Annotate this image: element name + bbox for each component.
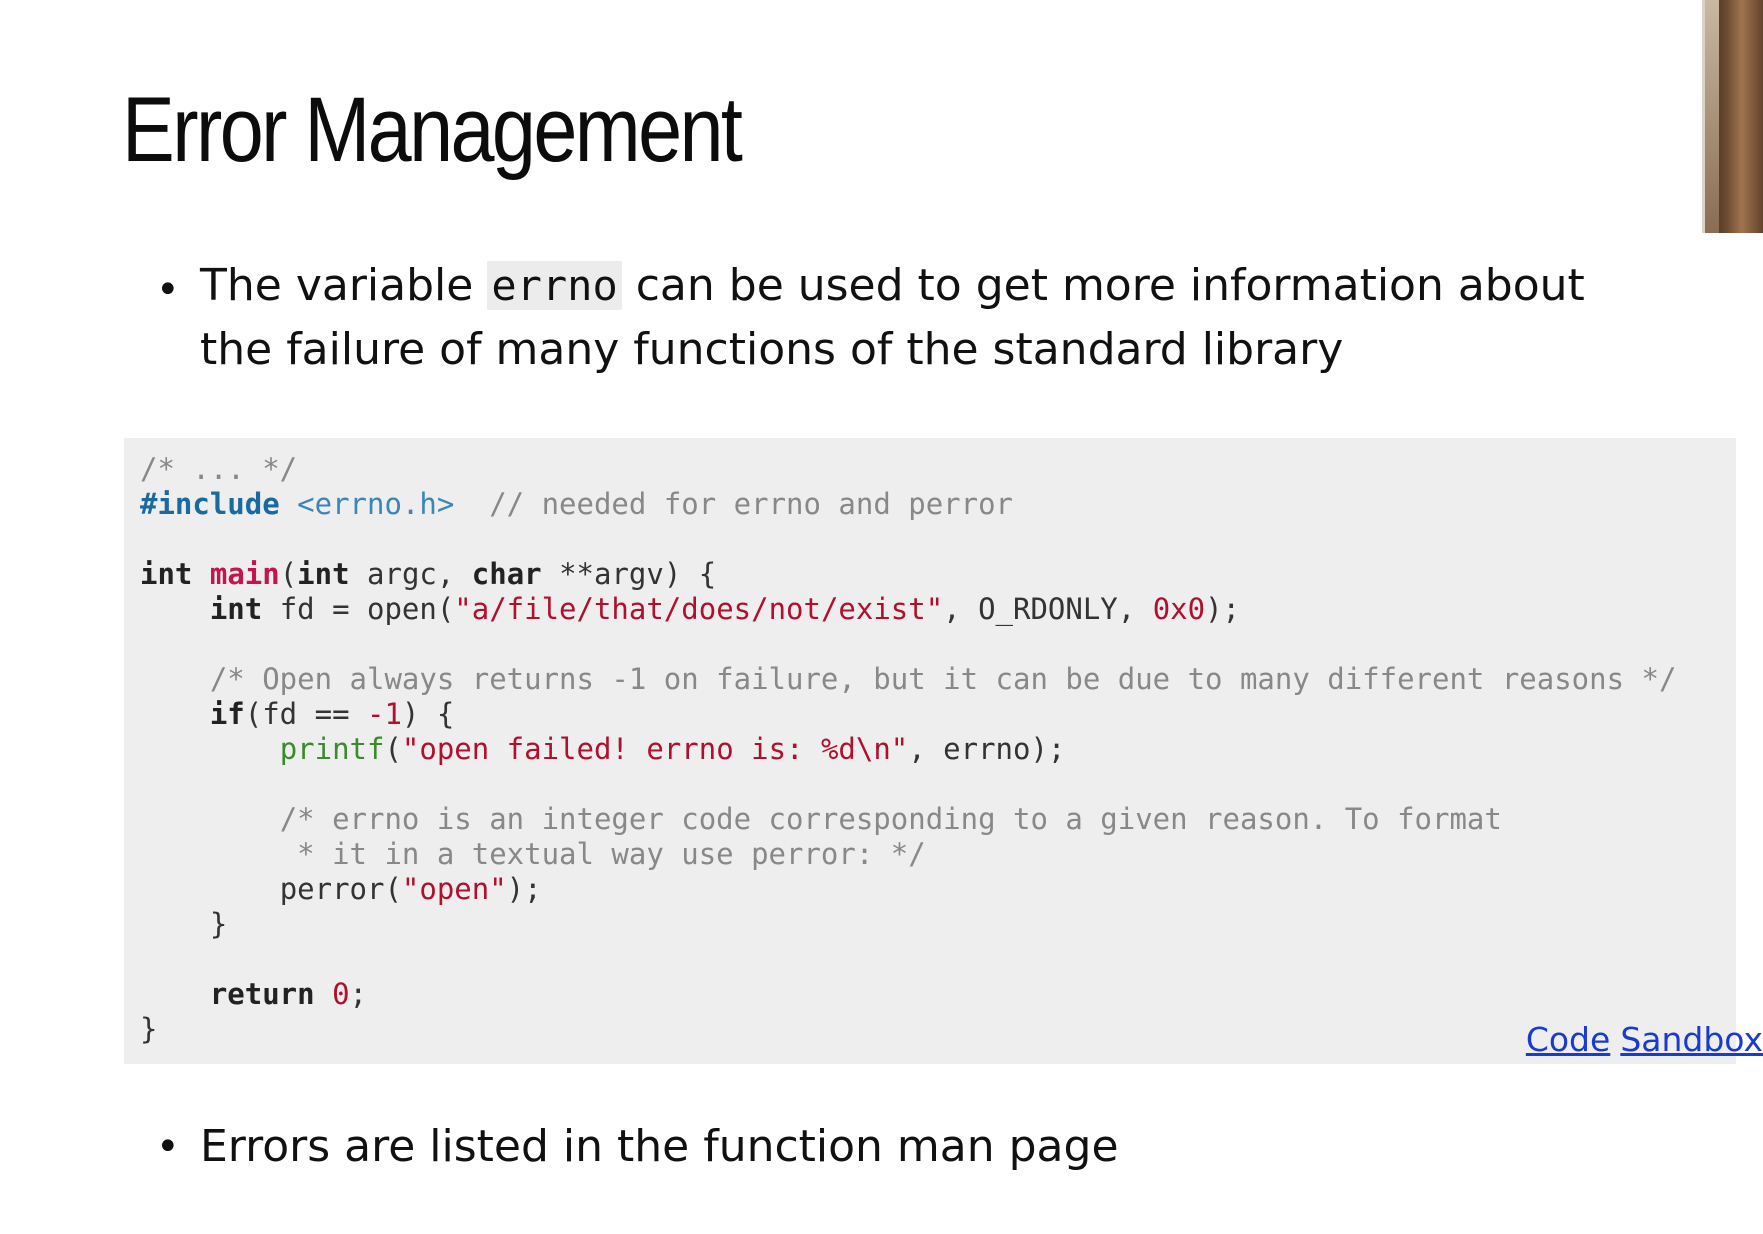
code-text: argc, bbox=[349, 557, 472, 591]
sandbox-link[interactable]: Sandbox bbox=[1620, 1020, 1763, 1059]
bullet-text: Errors are listed in the function man pa… bbox=[200, 1121, 1119, 1172]
code-text: ); bbox=[506, 872, 542, 906]
code-text: **argv) { bbox=[541, 557, 717, 591]
code-text: fd = open( bbox=[262, 592, 455, 626]
code-text: , errno); bbox=[908, 732, 1066, 766]
code-text: ) { bbox=[401, 697, 455, 731]
code-text: (fd == bbox=[244, 697, 367, 731]
code-number: 0 bbox=[332, 977, 350, 1011]
slide: Error Management • The variable errno ca… bbox=[0, 0, 1763, 1234]
code-include-header: <errno.h> bbox=[297, 487, 455, 521]
bullet-dot: • bbox=[156, 267, 180, 313]
bullet-dot: • bbox=[156, 1124, 180, 1170]
code-keyword: int bbox=[297, 557, 350, 591]
code-number: -1 bbox=[366, 697, 402, 731]
code-text: perror( bbox=[279, 872, 402, 906]
code-text: ); bbox=[1205, 592, 1240, 626]
code-comment: * it in a textual way use perror: */ bbox=[279, 837, 926, 871]
code-text: } bbox=[140, 1012, 158, 1046]
code-comment: /* ... */ bbox=[140, 452, 298, 486]
code-string: "a/file/that/does/not/exist" bbox=[454, 592, 944, 626]
code-keyword: int bbox=[140, 557, 193, 591]
code-keyword: if bbox=[209, 697, 245, 731]
bullet-errno: • The variable errno can be used to get … bbox=[156, 254, 1620, 382]
code-keyword: return bbox=[209, 977, 315, 1011]
code-preprocessor: #include bbox=[140, 487, 280, 521]
code-comment: /* Open always returns -1 on failure, bu… bbox=[209, 662, 1677, 696]
code-comment: // needed for errno and perror bbox=[489, 487, 1014, 521]
code-text: ( bbox=[384, 732, 402, 766]
code-comment: /* errno is an integer code correspondin… bbox=[279, 802, 1502, 836]
code-text: } bbox=[209, 907, 228, 941]
code-text: ; bbox=[349, 977, 368, 1011]
code-string: "open failed! errno is: %d\n" bbox=[401, 732, 909, 766]
webcam-frame bbox=[1705, 0, 1719, 233]
bullet-man-page: • Errors are listed in the function man … bbox=[156, 1115, 1500, 1179]
code-string: "open" bbox=[401, 872, 507, 906]
bullet-text-before: The variable bbox=[200, 260, 488, 311]
code-function-name: main bbox=[209, 557, 280, 591]
slide-title: Error Management bbox=[122, 79, 743, 181]
code-keyword: int bbox=[209, 592, 263, 626]
code-sandbox-links: Code Sandbox bbox=[1503, 1020, 1763, 1059]
code-number: 0x0 bbox=[1152, 592, 1206, 626]
inline-code-errno: errno bbox=[487, 261, 622, 310]
webcam-thumbnail bbox=[1702, 0, 1763, 233]
code-keyword: char bbox=[471, 557, 542, 591]
code-builtin-function: printf bbox=[279, 732, 385, 766]
code-listing: /* ... */ #include <errno.h> // needed f… bbox=[140, 452, 1676, 1047]
code-text: ( bbox=[279, 557, 298, 591]
code-block: /* ... */ #include <errno.h> // needed f… bbox=[124, 438, 1736, 1064]
code-text: , O_RDONLY, bbox=[943, 592, 1153, 626]
code-link[interactable]: Code bbox=[1526, 1020, 1610, 1059]
